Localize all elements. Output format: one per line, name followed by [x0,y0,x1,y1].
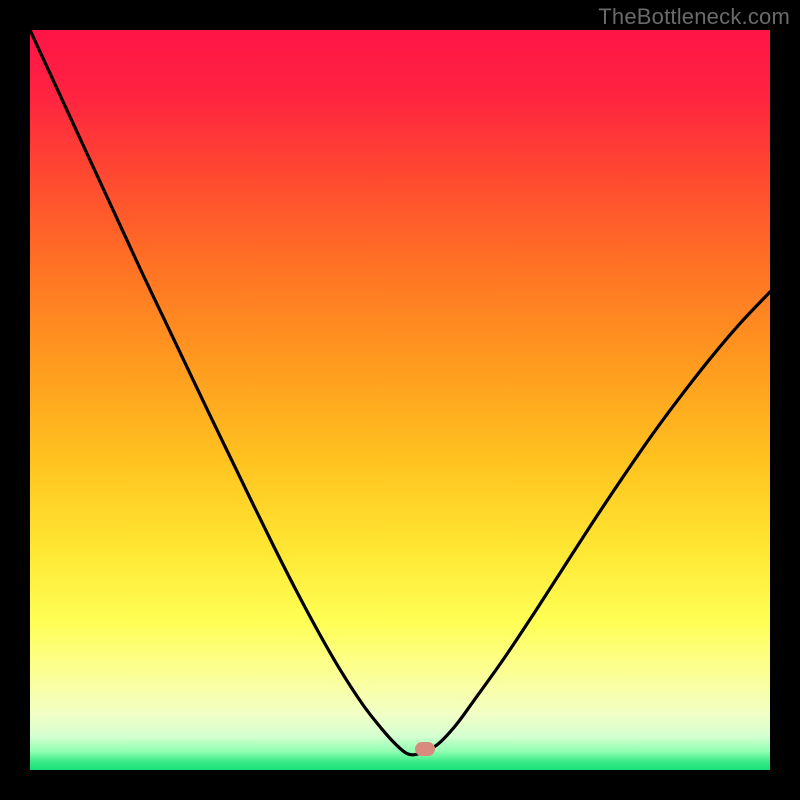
watermark-text: TheBottleneck.com [598,4,790,30]
curve-layer [30,30,770,770]
optimal-marker [415,742,435,756]
chart-frame: TheBottleneck.com [0,0,800,800]
bottleneck-curve [30,30,770,755]
